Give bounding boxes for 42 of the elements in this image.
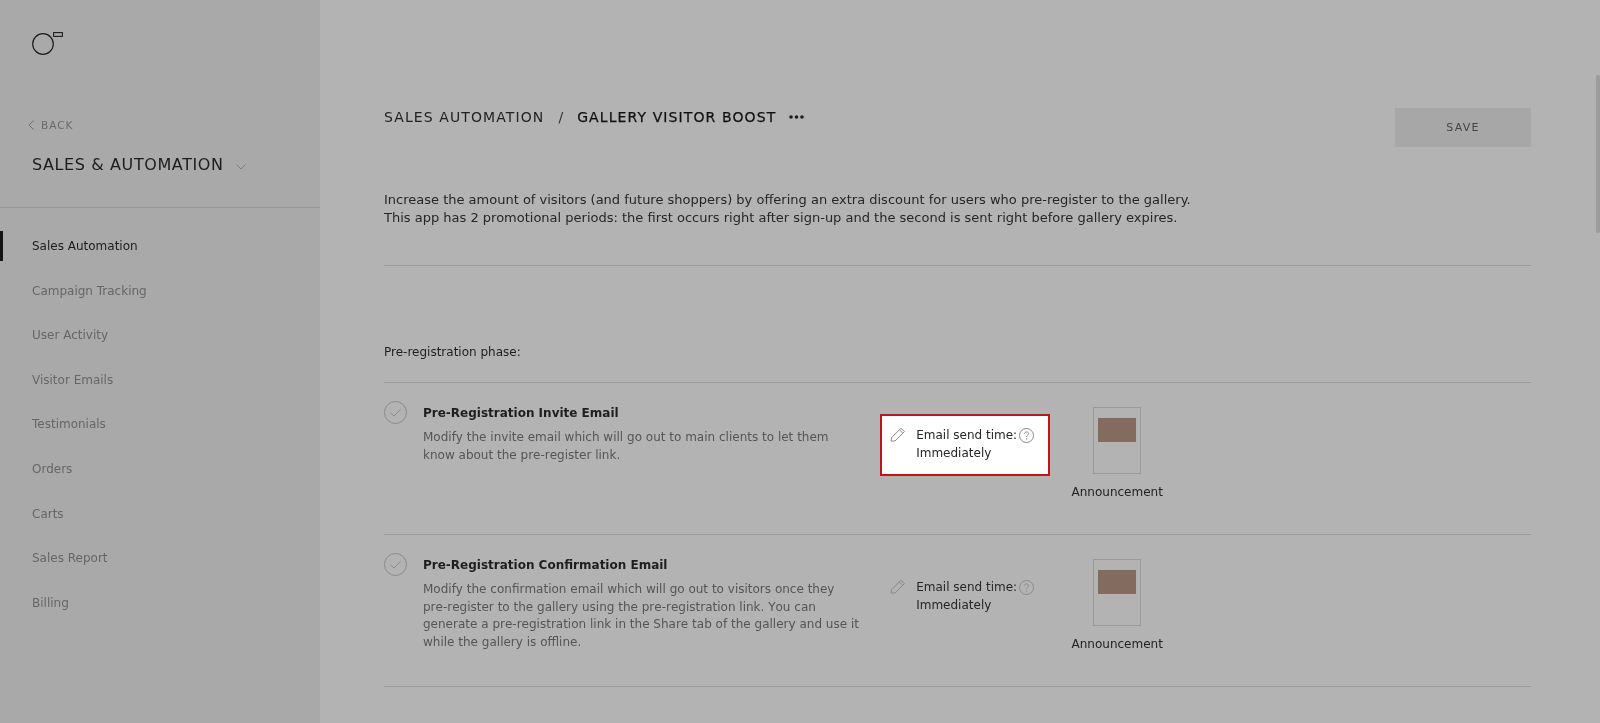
nav-item[interactable]: Visitor Emails xyxy=(0,364,320,395)
send-time-label: Email send time: xyxy=(916,579,1018,596)
app-description: Increase the amount of visitors (and future shoppers) by offering an extra discount for users who pre-register to the gallery. xyxy=(384,191,1191,209)
email-thumbnail[interactable] xyxy=(1093,407,1142,474)
pencil-icon[interactable] xyxy=(890,579,907,594)
email-title: Pre-Registration Confirmation Email xyxy=(423,557,668,573)
send-time-value: Immediately xyxy=(916,597,992,614)
back-link[interactable]: BACK xyxy=(28,118,74,132)
breadcrumb-link[interactable]: SALES AUTOMATION xyxy=(384,107,545,127)
send-time-label: Email send time: xyxy=(916,427,1018,444)
app-description: This app has 2 promotional periods: the first occurs right after sign-up and the second is sent right before gallery expires. xyxy=(384,209,1178,227)
nav-item[interactable]: Orders xyxy=(0,453,320,484)
image-placeholder xyxy=(1098,418,1137,442)
nav-item[interactable]: Testimonials xyxy=(0,409,320,440)
more-icon[interactable] xyxy=(789,115,805,119)
pencil-icon[interactable] xyxy=(890,427,907,442)
help-icon[interactable] xyxy=(1019,579,1035,595)
chevron-down-icon xyxy=(235,163,246,170)
section-dropdown[interactable]: SALES & AUTOMATION xyxy=(32,154,246,176)
check-circle-icon[interactable] xyxy=(384,553,407,576)
help-icon[interactable] xyxy=(1019,427,1035,443)
check-circle-icon[interactable] xyxy=(384,401,407,424)
section-heading: Pre-registration phase: xyxy=(384,344,521,361)
email-description: Modify the confirmation email which will go out to visitors once they pre-register to the gallery using the pre-registration link. You can generate a pre-registration link in the Share tab of the gallery and use it while the gallery is offline. xyxy=(423,581,860,651)
email-thumbnail[interactable] xyxy=(1093,559,1142,626)
nav-item[interactable]: User Activity xyxy=(0,320,320,351)
email-title: Pre-Registration Invite Email xyxy=(423,405,619,421)
nav-item[interactable]: Carts xyxy=(0,498,320,529)
nav-item[interactable]: Campaign Tracking xyxy=(0,275,320,306)
breadcrumb-separator: / xyxy=(558,108,564,127)
save-button[interactable]: SAVE xyxy=(1395,108,1531,147)
image-placeholder xyxy=(1098,570,1137,594)
template-name: Announcement xyxy=(1071,636,1163,652)
send-time-value: Immediately xyxy=(916,445,992,462)
email-description: Modify the invite email which will go out to main clients to let them know about the pre-register link. xyxy=(423,429,830,464)
template-name: Announcement xyxy=(1071,484,1163,500)
nav-item[interactable]: Sales Report xyxy=(0,543,320,574)
chevron-left-icon xyxy=(28,120,34,130)
page-title: GALLERY VISITOR BOOST xyxy=(577,108,777,127)
nav-item[interactable]: Sales Automation xyxy=(0,231,320,261)
nav-item[interactable]: Billing xyxy=(0,587,320,618)
logo[interactable] xyxy=(32,32,63,55)
